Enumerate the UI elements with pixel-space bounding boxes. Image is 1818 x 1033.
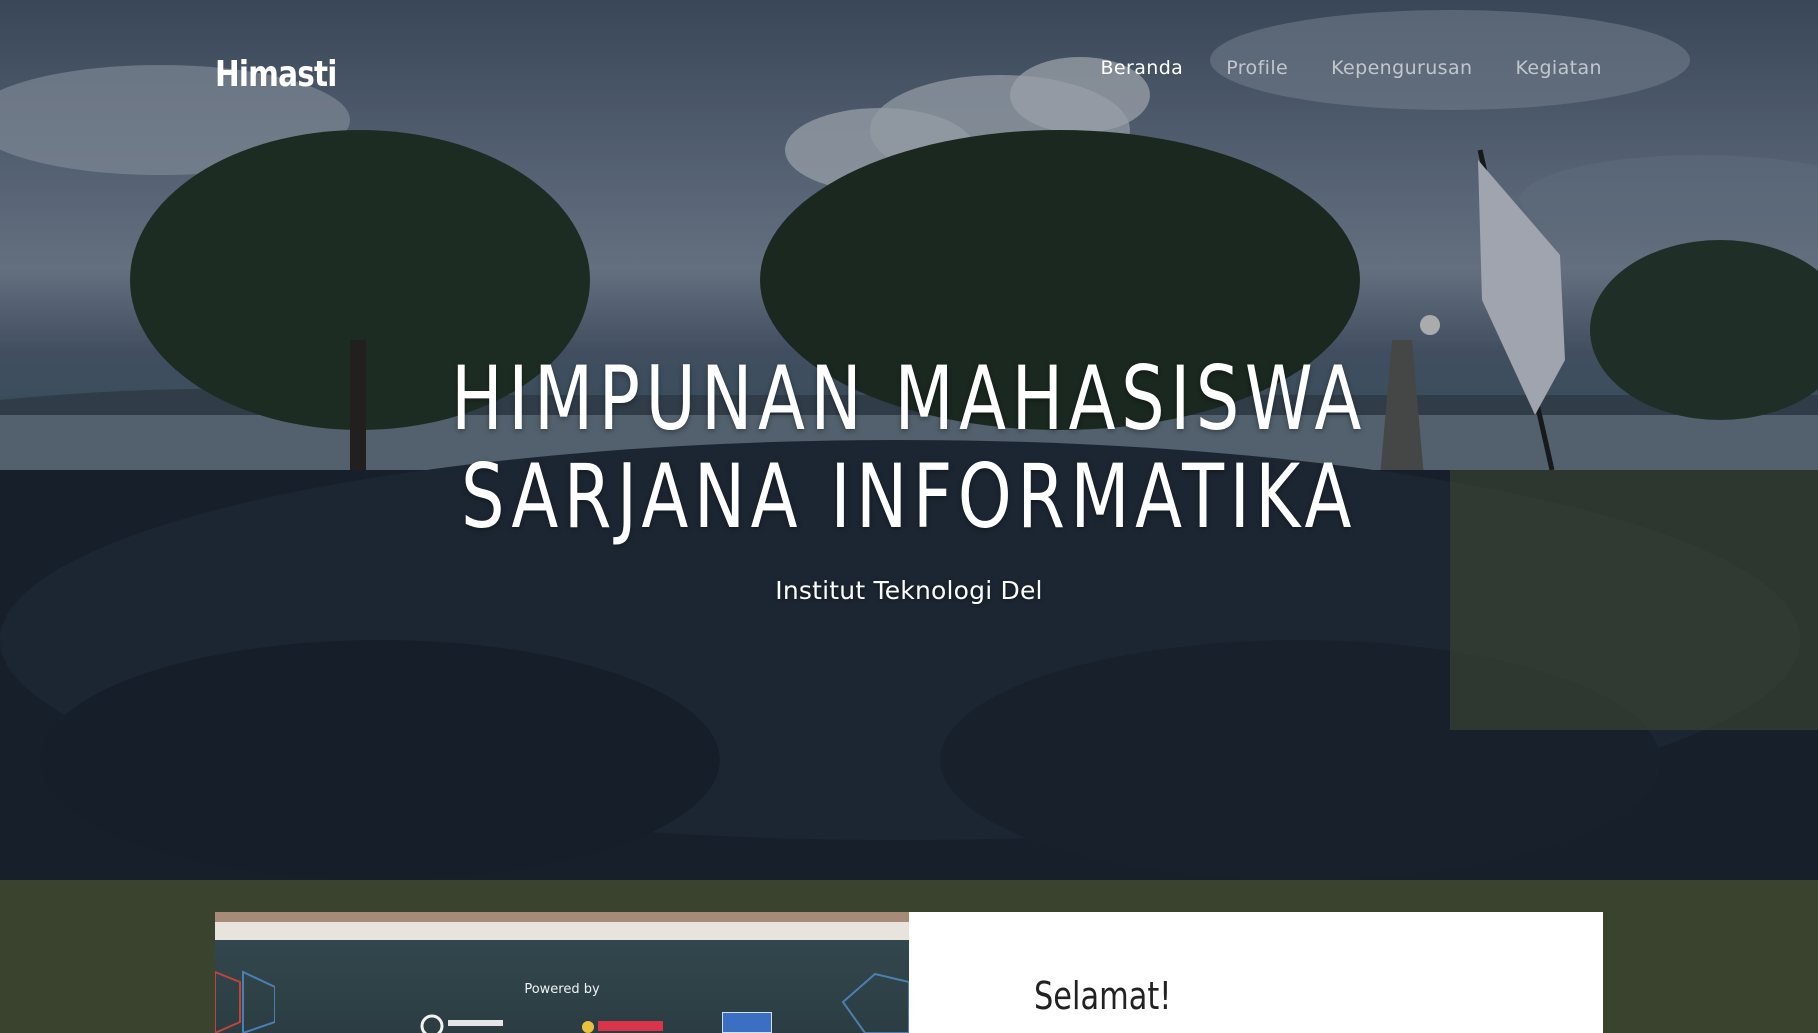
about-card: Selamat! <box>909 912 1603 1033</box>
about-heading: Selamat! <box>1034 974 1172 1018</box>
sponsor-logo-2-icon <box>582 1021 663 1033</box>
nav-item-beranda: Beranda <box>1101 52 1184 84</box>
hero-subtitle: Institut Teknologi Del <box>775 576 1043 605</box>
nav-menu: Beranda Profile Kepengurusan Kegiatan <box>1101 52 1603 84</box>
about-section: Powered by Selamat! <box>215 912 1603 1033</box>
nav-item-profile: Profile <box>1226 52 1288 84</box>
nav-link-kepengurusan[interactable]: Kepengurusan <box>1331 57 1472 79</box>
about-image: Powered by <box>215 912 909 1033</box>
image-top-band <box>215 912 909 922</box>
sponsor-logo-icon <box>420 1014 503 1033</box>
powered-by-text: Powered by <box>524 982 600 997</box>
nav-link-kegiatan[interactable]: Kegiatan <box>1515 57 1602 79</box>
sponsor-logo-3-icon <box>722 1012 772 1033</box>
banner-right-shape <box>841 972 909 1033</box>
nav-link-beranda[interactable]: Beranda <box>1101 57 1184 79</box>
nav-item-kepengurusan: Kepengurusan <box>1331 52 1472 84</box>
hero-title: HIMPUNAN MAHASISWA SARJANA INFORMATIKA <box>200 350 1618 546</box>
hero-title-line-2: SARJANA INFORMATIKA <box>461 445 1357 548</box>
nav-link-profile[interactable]: Profile <box>1226 57 1288 79</box>
image-white-band <box>215 922 909 940</box>
brand-logo-link[interactable]: Himasti <box>215 50 337 100</box>
hero-title-line-1: HIMPUNAN MAHASISWA <box>451 347 1367 450</box>
nav-item-kegiatan: Kegiatan <box>1515 52 1602 84</box>
banner-left-shape <box>215 970 275 1033</box>
top-navbar: Himasti Beranda Profile Kepengurusan Keg… <box>0 0 1818 140</box>
